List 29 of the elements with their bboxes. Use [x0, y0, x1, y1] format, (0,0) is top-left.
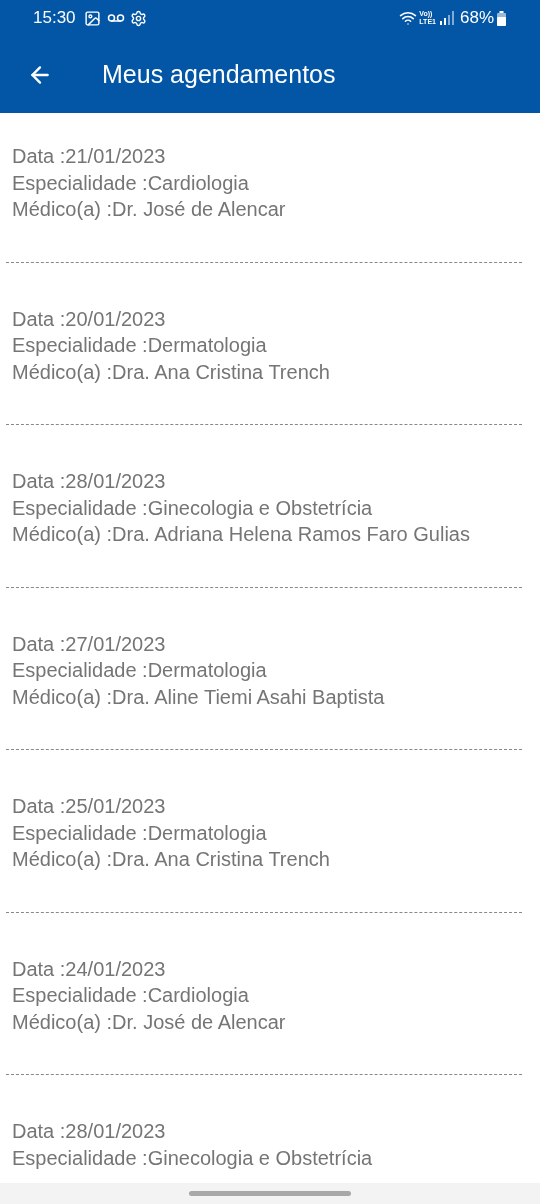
- appointment-detail: Data :25/01/2023: [12, 794, 166, 819]
- appointment-detail: Médico(a) :Dra. Ana Cristina Trench: [12, 847, 330, 872]
- appointment-detail: Especialidade :Ginecologia e Obstetrícia: [12, 495, 373, 521]
- appointment-detail: Especialidade :Ginecologia e Obstetrícia: [12, 1145, 373, 1171]
- home-handle[interactable]: [189, 1191, 351, 1196]
- appointment-detail: Médico(a) :Dra. Ana Cristina Trench: [12, 359, 330, 385]
- appointment-detail: Médico(a) :Dra. Aline Tiemi Asahi Baptista: [12, 684, 385, 710]
- appointment-detail: Data :28/01/2023: [12, 469, 166, 494]
- appointment-detail: Especialidade :Dermatologia: [12, 333, 267, 358]
- appointment-detail: Especialidade :Dermatologia: [12, 820, 267, 846]
- appointment-detail: Data :27/01/2023: [12, 631, 166, 657]
- appointment-detail: Data :21/01/2023: [12, 144, 166, 169]
- image-icon: [83, 9, 101, 27]
- appointment-detail: Médico(a) :Dr. José de Alencar: [12, 1009, 286, 1035]
- wifi-icon: [399, 9, 418, 27]
- appointment-detail: Especialidade :Cardiologia: [12, 170, 249, 196]
- signal-icon: [439, 11, 454, 25]
- screen-title: Meus agendamentos: [102, 58, 336, 90]
- battery-percent: 68%: [459, 7, 494, 30]
- battery-icon: [497, 10, 506, 26]
- settings-icon: [129, 9, 147, 27]
- appointment-detail: Especialidade :Cardiologia: [12, 983, 249, 1008]
- appointment-detail: Médico(a) :Dra. Adriana Helena Ramos Faro Gulias: [12, 522, 470, 547]
- appointment-detail: Especialidade :Dermatologia: [12, 658, 267, 683]
- status-time: 15:30: [33, 7, 76, 30]
- appointment-detail: Data :20/01/2023: [12, 306, 166, 332]
- appointment-detail: Médico(a) :Dr. José de Alencar: [12, 197, 286, 222]
- appointment-detail: Data :24/01/2023: [12, 956, 166, 982]
- appointment-detail: Data :28/01/2023: [12, 1119, 166, 1144]
